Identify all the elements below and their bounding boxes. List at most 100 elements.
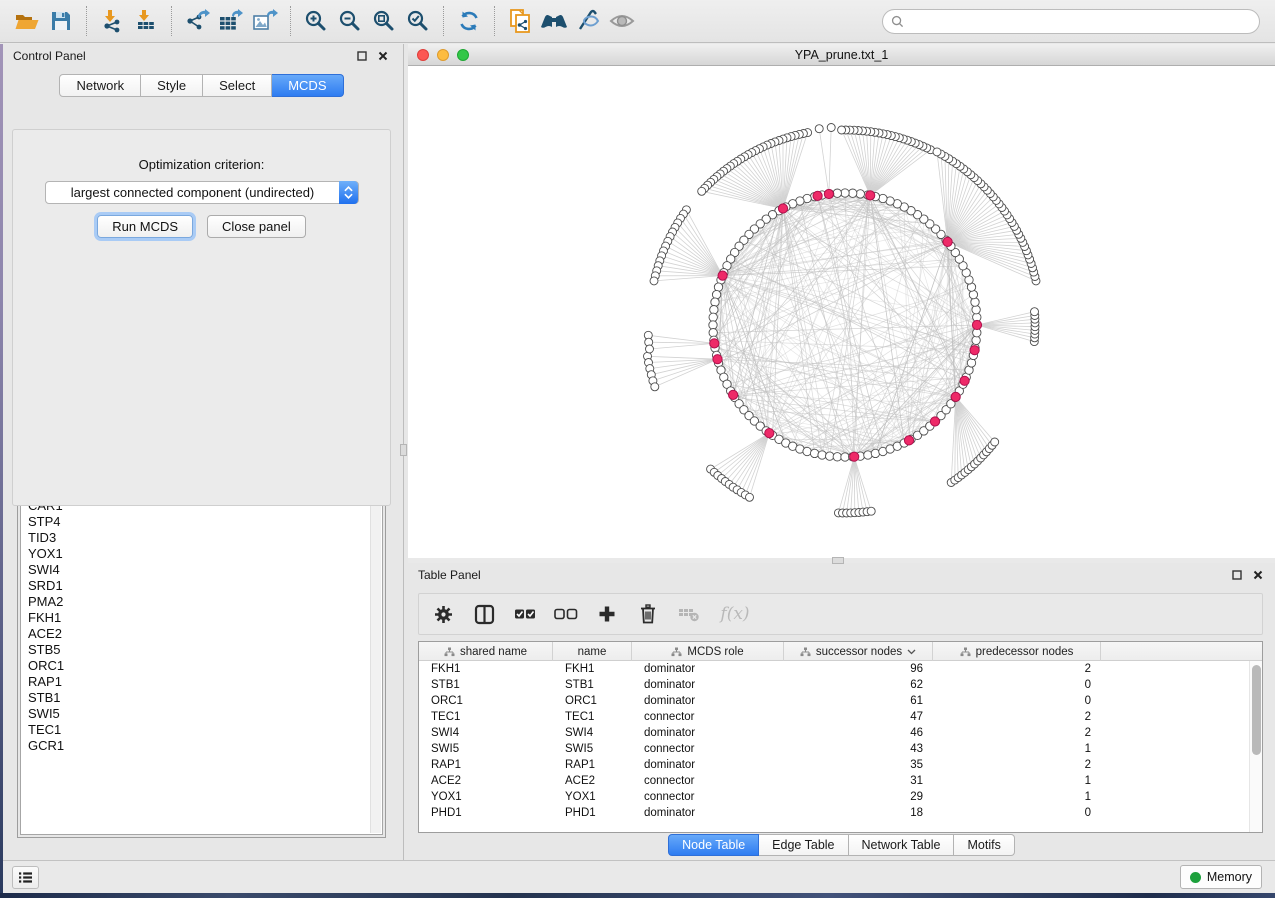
close-panel-button[interactable]: Close panel bbox=[207, 215, 306, 238]
export-network-icon[interactable] bbox=[180, 4, 214, 38]
table-row[interactable]: YOX1YOX1connector291 bbox=[419, 789, 1262, 805]
scrollbar-thumb[interactable] bbox=[1252, 665, 1261, 755]
zoom-in-icon[interactable] bbox=[299, 4, 333, 38]
save-session-icon[interactable] bbox=[44, 4, 78, 38]
memory-button[interactable]: Memory bbox=[1180, 865, 1262, 889]
mcds-result-node[interactable]: SWI5 bbox=[28, 706, 382, 722]
graph-node[interactable] bbox=[838, 126, 846, 134]
graph-node[interactable] bbox=[714, 283, 722, 291]
graph-node[interactable] bbox=[967, 359, 975, 367]
tab-node-table[interactable]: Node Table bbox=[668, 834, 759, 856]
mcds-result-node[interactable]: TID3 bbox=[28, 530, 382, 546]
run-mcds-button[interactable]: Run MCDS bbox=[97, 215, 193, 238]
table-row[interactable]: SWI5SWI5connector431 bbox=[419, 741, 1262, 757]
table-row[interactable]: PHD1PHD1dominator180 bbox=[419, 805, 1262, 821]
graph-hub-node[interactable] bbox=[970, 346, 979, 355]
graph-hub-node[interactable] bbox=[850, 452, 859, 461]
graph-node[interactable] bbox=[646, 345, 654, 353]
graph-node[interactable] bbox=[650, 277, 658, 285]
graph-node[interactable] bbox=[841, 453, 849, 461]
graph-node[interactable] bbox=[833, 189, 841, 197]
graph-node[interactable] bbox=[864, 451, 872, 459]
close-panel-icon[interactable] bbox=[1251, 568, 1265, 582]
network-canvas[interactable] bbox=[408, 66, 1275, 558]
mcds-result-node[interactable]: YOX1 bbox=[28, 546, 382, 562]
graph-node[interactable] bbox=[810, 449, 818, 457]
graph-node[interactable] bbox=[698, 187, 706, 195]
import-network-icon[interactable] bbox=[95, 4, 129, 38]
show-hide-eye-icon[interactable] bbox=[605, 4, 639, 38]
graph-hub-node[interactable] bbox=[951, 392, 960, 401]
add-row-icon[interactable] bbox=[595, 602, 619, 626]
zoom-selected-icon[interactable] bbox=[401, 4, 435, 38]
table-row[interactable]: SWI4SWI4dominator462 bbox=[419, 725, 1262, 741]
network-graph[interactable] bbox=[408, 66, 1275, 558]
graph-node[interactable] bbox=[991, 438, 999, 446]
column-header-MCDS-role[interactable]: MCDS role bbox=[632, 642, 784, 661]
mcds-result-node[interactable]: GCR1 bbox=[28, 738, 382, 754]
graph-node[interactable] bbox=[712, 290, 720, 298]
graph-node[interactable] bbox=[827, 124, 835, 132]
graph-hub-node[interactable] bbox=[972, 320, 981, 329]
open-file-icon[interactable] bbox=[10, 4, 44, 38]
toggle-columns-icon[interactable] bbox=[472, 602, 496, 626]
settings-gear-icon[interactable] bbox=[431, 602, 455, 626]
graph-node[interactable] bbox=[711, 298, 719, 306]
graph-node[interactable] bbox=[867, 507, 875, 515]
graph-hub-node[interactable] bbox=[765, 429, 774, 438]
table-scrollbar[interactable] bbox=[1249, 661, 1262, 832]
graph-hub-node[interactable] bbox=[729, 390, 738, 399]
tab-network[interactable]: Network bbox=[59, 74, 141, 97]
tab-select[interactable]: Select bbox=[203, 74, 272, 97]
graph-node[interactable] bbox=[651, 383, 659, 391]
column-header-shared-name[interactable]: shared name bbox=[419, 642, 553, 661]
deselect-all-icon[interactable] bbox=[554, 602, 578, 626]
style-preview-icon[interactable] bbox=[571, 4, 605, 38]
graph-node[interactable] bbox=[710, 306, 718, 314]
graph-node[interactable] bbox=[815, 125, 823, 133]
mcds-result-node[interactable]: FKH1 bbox=[28, 610, 382, 626]
mcds-result-list[interactable]: PHD1CAR1STP4TID3YOX1SWI4SRD1PMA2FKH1ACE2… bbox=[20, 477, 383, 835]
tab-style[interactable]: Style bbox=[141, 74, 203, 97]
close-panel-icon[interactable] bbox=[376, 49, 390, 63]
task-history-button[interactable] bbox=[12, 866, 39, 889]
graph-node[interactable] bbox=[709, 313, 717, 321]
mcds-result-node[interactable]: ACE2 bbox=[28, 626, 382, 642]
float-panel-icon[interactable] bbox=[1230, 568, 1244, 582]
graph-hub-node[interactable] bbox=[778, 204, 787, 213]
mcds-result-node[interactable]: TEC1 bbox=[28, 722, 382, 738]
search-box[interactable] bbox=[882, 9, 1260, 34]
graph-node[interactable] bbox=[856, 190, 864, 198]
export-table-icon[interactable] bbox=[214, 4, 248, 38]
zoom-fit-icon[interactable] bbox=[367, 4, 401, 38]
mcds-result-node[interactable]: STP4 bbox=[28, 514, 382, 530]
tab-network-table[interactable]: Network Table bbox=[849, 834, 955, 856]
float-panel-icon[interactable] bbox=[355, 49, 369, 63]
graph-node[interactable] bbox=[871, 449, 879, 457]
table-row[interactable]: RAP1RAP1dominator352 bbox=[419, 757, 1262, 773]
graph-hub-node[interactable] bbox=[713, 355, 722, 364]
import-table-icon[interactable] bbox=[129, 4, 163, 38]
table-row[interactable]: ACE2ACE2connector311 bbox=[419, 773, 1262, 789]
table-row[interactable]: FKH1FKH1dominator962 bbox=[419, 661, 1262, 677]
function-builder-icon[interactable]: f(x) bbox=[718, 602, 752, 626]
mcds-result-node[interactable]: STB1 bbox=[28, 690, 382, 706]
graph-node[interactable] bbox=[746, 493, 754, 501]
graph-node[interactable] bbox=[841, 189, 849, 197]
splitter-grip[interactable] bbox=[400, 444, 407, 456]
graph-hub-node[interactable] bbox=[960, 376, 969, 385]
list-scrollbar[interactable] bbox=[370, 479, 381, 833]
refresh-icon[interactable] bbox=[452, 4, 486, 38]
mcds-result-node[interactable]: RAP1 bbox=[28, 674, 382, 690]
table-row[interactable]: STB1STB1dominator620 bbox=[419, 677, 1262, 693]
graph-node[interactable] bbox=[933, 148, 941, 156]
delete-row-icon[interactable] bbox=[636, 602, 660, 626]
mcds-result-node[interactable]: SWI4 bbox=[28, 562, 382, 578]
optimization-criterion-select[interactable]: largest connected component (undirected) bbox=[45, 181, 359, 204]
search-input[interactable] bbox=[904, 12, 1259, 32]
search-network-icon[interactable] bbox=[537, 4, 571, 38]
node-table[interactable]: shared namenameMCDS rolesuccessor nodesp… bbox=[418, 641, 1263, 833]
mcds-result-node[interactable]: SRD1 bbox=[28, 578, 382, 594]
graph-node[interactable] bbox=[849, 189, 857, 197]
graph-node[interactable] bbox=[972, 336, 980, 344]
